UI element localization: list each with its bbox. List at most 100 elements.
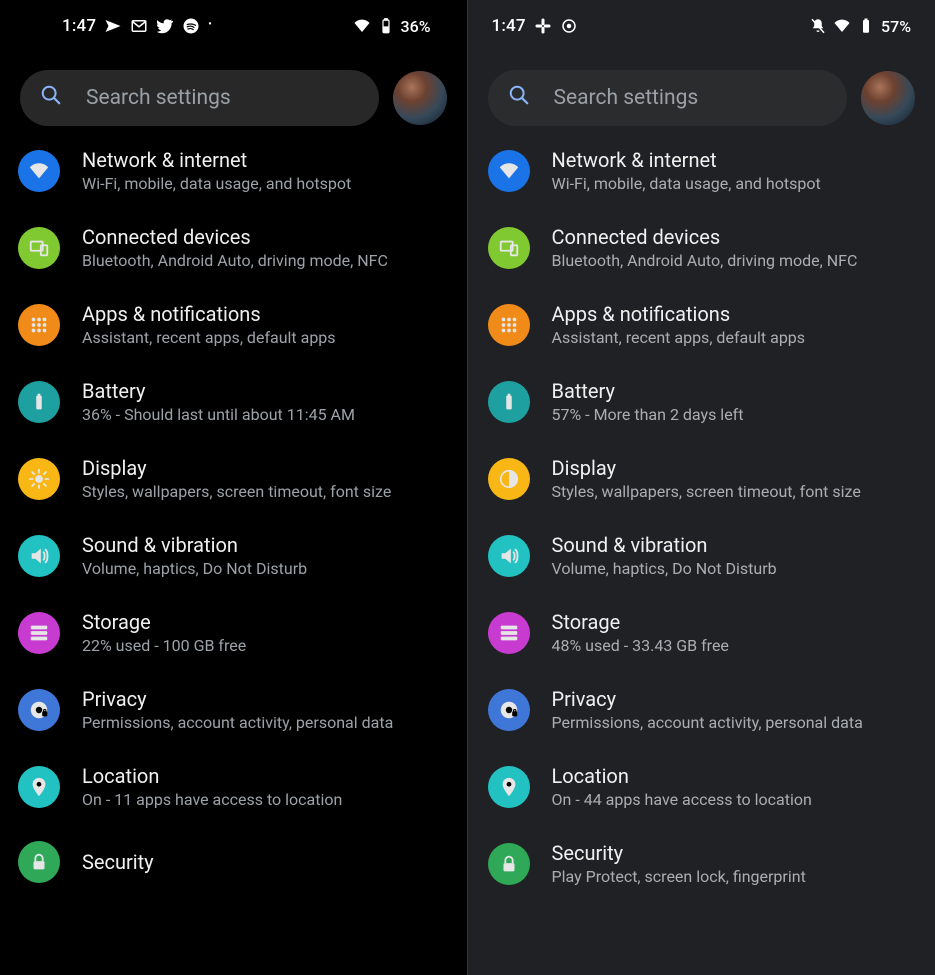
settings-item-subtitle: Assistant, recent apps, default apps	[552, 328, 806, 347]
settings-item-subtitle: Styles, wallpapers, screen timeout, font…	[82, 482, 391, 501]
display-icon	[488, 458, 530, 500]
settings-item-subtitle: Permissions, account activity, personal …	[552, 713, 863, 732]
more-notifications-icon: •	[208, 20, 212, 32]
settings-item-apps[interactable]: Apps & notifications Assistant, recent ap…	[0, 286, 467, 363]
settings-item-devices[interactable]: Connected devices Bluetooth, Android Auto…	[468, 209, 935, 286]
settings-item-location[interactable]: Location On - 44 apps have access to loca…	[468, 748, 935, 825]
settings-item-network[interactable]: Network & internet Wi-Fi, mobile, data us…	[468, 132, 935, 209]
settings-item-title: Privacy	[82, 687, 393, 711]
settings-item-title: Apps & notifications	[552, 302, 806, 326]
settings-item-location[interactable]: Location On - 11 apps have access to loca…	[0, 748, 467, 825]
settings-item-display[interactable]: Display Styles, wallpapers, screen timeou…	[468, 440, 935, 517]
settings-item-subtitle: Volume, haptics, Do Not Disturb	[552, 559, 777, 578]
settings-item-subtitle: Styles, wallpapers, screen timeout, font…	[552, 482, 861, 501]
settings-item-display[interactable]: Display Styles, wallpapers, screen timeou…	[0, 440, 467, 517]
network-icon	[488, 150, 530, 192]
dnd-icon	[809, 17, 827, 35]
settings-item-subtitle: Volume, haptics, Do Not Disturb	[82, 559, 307, 578]
settings-item-title: Network & internet	[82, 148, 351, 172]
network-icon	[18, 150, 60, 192]
settings-item-title: Network & internet	[552, 148, 821, 172]
battery-text: 36%	[401, 17, 431, 36]
settings-item-subtitle: Permissions, account activity, personal …	[82, 713, 393, 732]
settings-item-subtitle: 22% used - 100 GB free	[82, 636, 246, 655]
settings-item-title: Sound & vibration	[552, 533, 777, 557]
devices-icon	[18, 227, 60, 269]
search-placeholder: Search settings	[554, 86, 699, 110]
settings-item-battery[interactable]: Battery 57% - More than 2 days left	[468, 363, 935, 440]
settings-screen-right: 1:47 57% Search settings Network & inter…	[468, 0, 935, 975]
settings-item-sound[interactable]: Sound & vibration Volume, haptics, Do Not…	[0, 517, 467, 594]
settings-item-subtitle: Bluetooth, Android Auto, driving mode, N…	[82, 251, 388, 270]
settings-item-subtitle: Wi-Fi, mobile, data usage, and hotspot	[82, 174, 351, 193]
settings-item-title: Connected devices	[552, 225, 858, 249]
settings-item-privacy[interactable]: Privacy Permissions, account activity, pe…	[0, 671, 467, 748]
display-icon	[18, 458, 60, 500]
profile-avatar[interactable]	[393, 71, 447, 125]
settings-item-subtitle: 36% - Should last until about 11:45 AM	[82, 405, 355, 424]
settings-item-title: Storage	[552, 610, 729, 634]
settings-item-subtitle: On - 44 apps have access to location	[552, 790, 812, 809]
privacy-icon	[488, 689, 530, 731]
settings-item-subtitle: 48% used - 33.43 GB free	[552, 636, 729, 655]
gmail-icon	[130, 17, 148, 35]
settings-item-subtitle: Wi-Fi, mobile, data usage, and hotspot	[552, 174, 821, 193]
wifi-icon	[833, 17, 851, 35]
search-settings-input[interactable]: Search settings	[20, 70, 379, 126]
slack-icon	[534, 17, 552, 35]
apps-icon	[488, 304, 530, 346]
settings-list: Network & internet Wi-Fi, mobile, data us…	[0, 132, 467, 899]
settings-item-title: Location	[82, 764, 342, 788]
settings-item-storage[interactable]: Storage 22% used - 100 GB free	[0, 594, 467, 671]
settings-item-title: Battery	[82, 379, 355, 403]
settings-item-apps[interactable]: Apps & notifications Assistant, recent ap…	[468, 286, 935, 363]
settings-item-subtitle: 57% - More than 2 days left	[552, 405, 744, 424]
settings-item-battery[interactable]: Battery 36% - Should last until about 11:…	[0, 363, 467, 440]
settings-item-subtitle: On - 11 apps have access to location	[82, 790, 342, 809]
settings-item-security[interactable]: Security Play Protect, screen lock, finge…	[468, 825, 935, 902]
sound-icon	[488, 535, 530, 577]
status-time: 1:47	[492, 16, 526, 36]
search-icon	[40, 84, 62, 112]
status-bar: 1:47 57%	[468, 0, 935, 48]
settings-item-title: Connected devices	[82, 225, 388, 249]
settings-item-privacy[interactable]: Privacy Permissions, account activity, pe…	[468, 671, 935, 748]
storage-icon	[18, 612, 60, 654]
profile-avatar[interactable]	[861, 71, 915, 125]
settings-item-title: Display	[552, 456, 861, 480]
status-time: 1:47	[62, 16, 96, 36]
location-icon	[18, 766, 60, 808]
settings-item-storage[interactable]: Storage 48% used - 33.43 GB free	[468, 594, 935, 671]
settings-item-title: Location	[552, 764, 812, 788]
settings-item-devices[interactable]: Connected devices Bluetooth, Android Auto…	[0, 209, 467, 286]
settings-item-title: Privacy	[552, 687, 863, 711]
storage-icon	[488, 612, 530, 654]
settings-item-security[interactable]: Security	[0, 825, 467, 899]
settings-item-title: Sound & vibration	[82, 533, 307, 557]
settings-item-title: Security	[552, 841, 806, 865]
search-placeholder: Search settings	[86, 86, 231, 110]
settings-screen-left: 1:47 • 36% Search settings Network & int…	[0, 0, 468, 975]
devices-icon	[488, 227, 530, 269]
settings-item-title: Apps & notifications	[82, 302, 336, 326]
settings-item-network[interactable]: Network & internet Wi-Fi, mobile, data us…	[0, 132, 467, 209]
status-bar: 1:47 • 36%	[0, 0, 467, 48]
sound-icon	[18, 535, 60, 577]
twitter-icon	[156, 17, 174, 35]
settings-item-sound[interactable]: Sound & vibration Volume, haptics, Do Not…	[468, 517, 935, 594]
target-icon	[560, 17, 578, 35]
location-icon	[488, 766, 530, 808]
settings-item-subtitle: Play Protect, screen lock, fingerprint	[552, 867, 806, 886]
battery-icon	[18, 381, 60, 423]
battery-icon	[488, 381, 530, 423]
spotify-icon	[182, 17, 200, 35]
wifi-icon	[353, 17, 371, 35]
settings-item-title: Battery	[552, 379, 744, 403]
security-icon	[18, 841, 60, 883]
settings-item-title: Storage	[82, 610, 246, 634]
settings-item-subtitle: Assistant, recent apps, default apps	[82, 328, 336, 347]
settings-item-subtitle: Bluetooth, Android Auto, driving mode, N…	[552, 251, 858, 270]
battery-icon	[857, 17, 875, 35]
search-settings-input[interactable]: Search settings	[488, 70, 848, 126]
settings-item-title: Display	[82, 456, 391, 480]
